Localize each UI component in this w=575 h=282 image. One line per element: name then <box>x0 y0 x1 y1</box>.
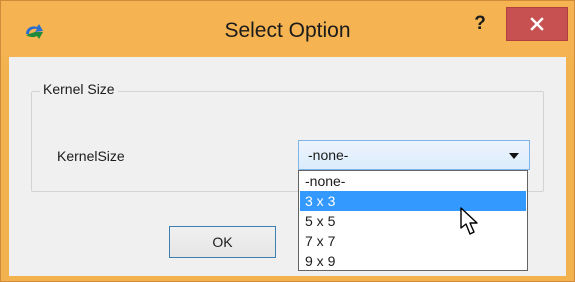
combobox-value: -none- <box>308 147 349 163</box>
option-5x5[interactable]: 5 x 5 <box>300 211 526 231</box>
kernel-size-dropdown-list: -none- 3 x 3 5 x 5 7 x 7 9 x 9 <box>298 170 528 271</box>
option-9x9[interactable]: 9 x 9 <box>300 251 526 271</box>
dialog-window: Select Option ? Kernel Size KernelSize -… <box>0 0 575 282</box>
chevron-down-icon[interactable] <box>509 153 519 159</box>
mouse-pointer-icon <box>460 207 478 235</box>
option-7x7[interactable]: 7 x 7 <box>300 231 526 251</box>
close-icon <box>530 17 544 31</box>
option-3x3[interactable]: 3 x 3 <box>300 191 526 211</box>
dialog-body: Kernel Size KernelSize -none- -none- 3 x… <box>9 57 566 276</box>
kernel-size-combobox[interactable]: -none- <box>298 140 530 170</box>
groupbox-title: Kernel Size <box>40 81 118 97</box>
option-none[interactable]: -none- <box>300 171 526 191</box>
title-bar[interactable]: Select Option ? <box>1 1 574 57</box>
kernel-size-label: KernelSize <box>57 148 125 164</box>
help-button[interactable]: ? <box>465 7 495 41</box>
ok-button[interactable]: OK <box>169 226 276 258</box>
close-button[interactable] <box>506 7 568 41</box>
